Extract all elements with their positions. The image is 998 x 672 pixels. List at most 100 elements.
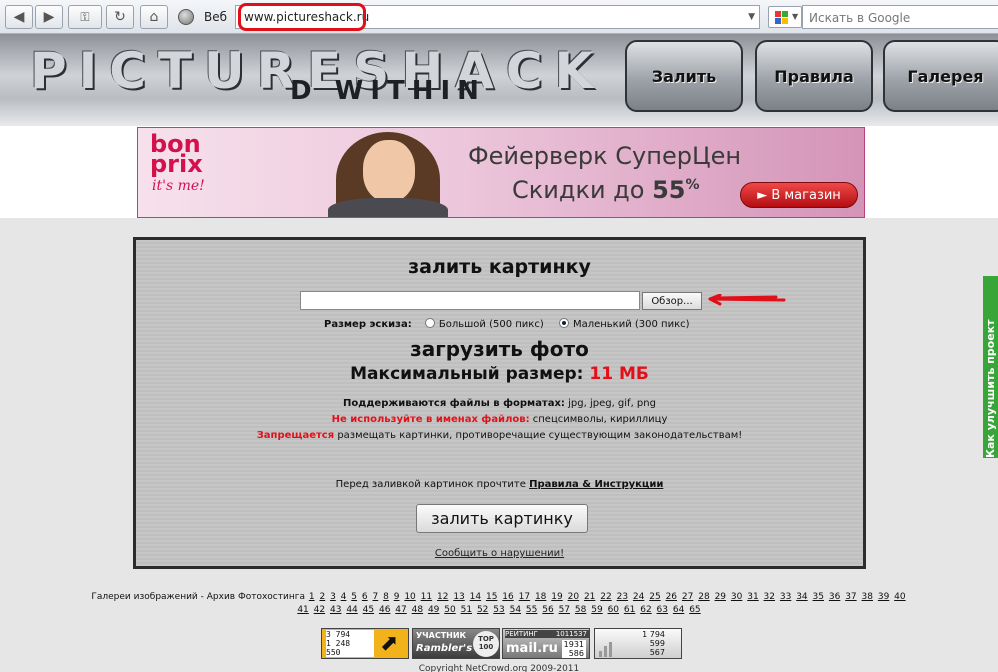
stats-counter[interactable]: 1 794 599 567 — [594, 628, 682, 659]
google-search-engine-icon[interactable]: ▼ — [768, 6, 802, 28]
gallery-page-link[interactable]: 25 — [649, 592, 660, 602]
gallery-page-link[interactable]: 30 — [731, 592, 742, 602]
file-path-input[interactable] — [300, 291, 640, 310]
gallery-page-link[interactable]: 11 — [421, 592, 432, 602]
gallery-pagination: Галереи изображений - Архив Фотохостинга… — [91, 592, 906, 615]
gallery-page-link[interactable]: 63 — [657, 605, 668, 615]
gallery-page-link[interactable]: 34 — [796, 592, 807, 602]
gallery-page-link[interactable]: 18 — [535, 592, 546, 602]
home-button[interactable]: ⌂ — [140, 5, 168, 29]
gallery-page-link[interactable]: 22 — [600, 592, 611, 602]
gallery-page-link[interactable]: 17 — [519, 592, 530, 602]
browse-button[interactable]: Обзор... — [642, 292, 702, 310]
gallery-page-link[interactable]: 8 — [383, 592, 389, 602]
gallery-page-link[interactable]: 21 — [584, 592, 595, 602]
search-input[interactable]: Искать в Google — [802, 5, 998, 29]
gallery-page-link[interactable]: 58 — [575, 605, 586, 615]
gallery-page-link[interactable]: 19 — [551, 592, 562, 602]
gallery-page-link[interactable]: 35 — [813, 592, 824, 602]
mailru-rating-counter[interactable]: РЕЙТИНГ 1011537 mail.ru 1931 586 — [502, 628, 590, 659]
gallery-page-link[interactable]: 51 — [461, 605, 472, 615]
gallery-page-link[interactable]: 40 — [894, 592, 905, 602]
gallery-page-link[interactable]: 54 — [510, 605, 521, 615]
gallery-page-link[interactable]: 50 — [444, 605, 455, 615]
gallery-page-link[interactable]: 48 — [412, 605, 423, 615]
rules-link[interactable]: Правила & Инструкции — [529, 479, 663, 490]
gallery-page-link[interactable]: 14 — [470, 592, 481, 602]
back-button[interactable]: ◀ — [5, 5, 33, 29]
reload-button[interactable]: ↻ — [106, 5, 134, 29]
gallery-page-link[interactable]: 44 — [346, 605, 357, 615]
banner-headline: Фейерверк СуперЦен — [468, 142, 742, 170]
gallery-page-link[interactable]: 15 — [486, 592, 497, 602]
gallery-page-link[interactable]: 16 — [502, 592, 513, 602]
gallery-page-link[interactable]: 5 — [351, 592, 357, 602]
gallery-page-link[interactable]: 23 — [617, 592, 628, 602]
gallery-page-link[interactable]: 28 — [698, 592, 709, 602]
gallery-page-link[interactable]: 38 — [862, 592, 873, 602]
liveinternet-counter[interactable]: 3 794 1 248 550 ⬈ — [321, 628, 409, 659]
ad-banner[interactable]: bon prix it's me! Фейерверк СуперЦен Ски… — [137, 127, 865, 218]
gallery-page-link[interactable]: 13 — [453, 592, 464, 602]
gallery-page-link[interactable]: 65 — [689, 605, 700, 615]
gallery-page-link[interactable]: 45 — [363, 605, 374, 615]
gallery-page-link[interactable]: 43 — [330, 605, 341, 615]
gallery-page-link[interactable]: 56 — [542, 605, 553, 615]
gallery-page-link[interactable]: 12 — [437, 592, 448, 602]
gallery-page-link[interactable]: 24 — [633, 592, 644, 602]
gallery-page-link[interactable]: 61 — [624, 605, 635, 615]
nav-rules-button[interactable]: Правила — [755, 40, 873, 112]
annotation-arrow-icon — [708, 294, 786, 306]
nav-gallery-button[interactable]: Галерея — [883, 40, 998, 112]
rules-notice: Перед заливкой картинок прочтите Правила… — [335, 479, 664, 490]
gallery-page-link[interactable]: 9 — [394, 592, 400, 602]
gallery-page-link[interactable]: 55 — [526, 605, 537, 615]
gallery-page-link[interactable]: 59 — [591, 605, 602, 615]
gallery-page-link[interactable]: 7 — [373, 592, 379, 602]
gallery-page-link[interactable]: 33 — [780, 592, 791, 602]
upload-photo-heading: загрузить фото — [410, 337, 589, 361]
rambler-top100-counter[interactable]: УЧАСТНИК Rambler's TOP 100 — [412, 628, 500, 659]
gallery-page-link[interactable]: 26 — [666, 592, 677, 602]
key-button[interactable]: ⚿ — [68, 5, 102, 29]
chevron-down-icon[interactable]: ▼ — [748, 12, 755, 22]
gallery-page-link[interactable]: 10 — [404, 592, 415, 602]
shop-button[interactable]: ► В магазин — [740, 182, 858, 208]
gallery-page-link[interactable]: 20 — [568, 592, 579, 602]
report-violation-link[interactable]: Сообщить о нарушении! — [136, 548, 863, 559]
copyright-text: Copyright NetCrowd.org 2009-2011 — [418, 664, 580, 672]
gallery-page-link[interactable]: 29 — [715, 592, 726, 602]
size-large-radio[interactable] — [424, 318, 435, 328]
gallery-page-link[interactable]: 31 — [747, 592, 758, 602]
thumbnail-size-row: Размер эскиза: Большой (500 пикс) Малень… — [324, 318, 690, 330]
gallery-page-link[interactable]: 4 — [341, 592, 347, 602]
forward-button[interactable]: ▶ — [35, 5, 63, 29]
gallery-page-link[interactable]: 39 — [878, 592, 889, 602]
gallery-page-link[interactable]: 36 — [829, 592, 840, 602]
size-small-radio[interactable] — [558, 318, 569, 328]
gallery-page-link[interactable]: 49 — [428, 605, 439, 615]
feedback-tab[interactable]: Как улучшить проект — [983, 276, 998, 458]
gallery-page-link[interactable]: 3 — [330, 592, 336, 602]
gallery-page-link[interactable]: 1 — [309, 592, 315, 602]
gallery-page-link[interactable]: 37 — [845, 592, 856, 602]
back-arrow-icon: ◀ — [13, 9, 25, 25]
gallery-page-link[interactable]: 27 — [682, 592, 693, 602]
gallery-page-link[interactable]: 2 — [319, 592, 325, 602]
gallery-page-link[interactable]: 46 — [379, 605, 390, 615]
nav-upload-button[interactable]: Залить — [625, 40, 743, 112]
gallery-page-link[interactable]: 47 — [395, 605, 406, 615]
gallery-page-link[interactable]: 64 — [673, 605, 684, 615]
bonprix-logo: bon prix — [150, 130, 203, 178]
gallery-page-link[interactable]: 42 — [314, 605, 325, 615]
gallery-page-link[interactable]: 62 — [640, 605, 651, 615]
gallery-page-link[interactable]: 6 — [362, 592, 368, 602]
gallery-page-link[interactable]: 52 — [477, 605, 488, 615]
gallery-page-link[interactable]: 32 — [764, 592, 775, 602]
gallery-page-link[interactable]: 53 — [493, 605, 504, 615]
gallery-page-link[interactable]: 57 — [559, 605, 570, 615]
gallery-page-link[interactable]: 41 — [297, 605, 308, 615]
content-warning: Запрещается размещать картинки, противор… — [256, 430, 743, 441]
submit-upload-button[interactable]: залить картинку — [416, 504, 588, 533]
gallery-page-link[interactable]: 60 — [608, 605, 619, 615]
